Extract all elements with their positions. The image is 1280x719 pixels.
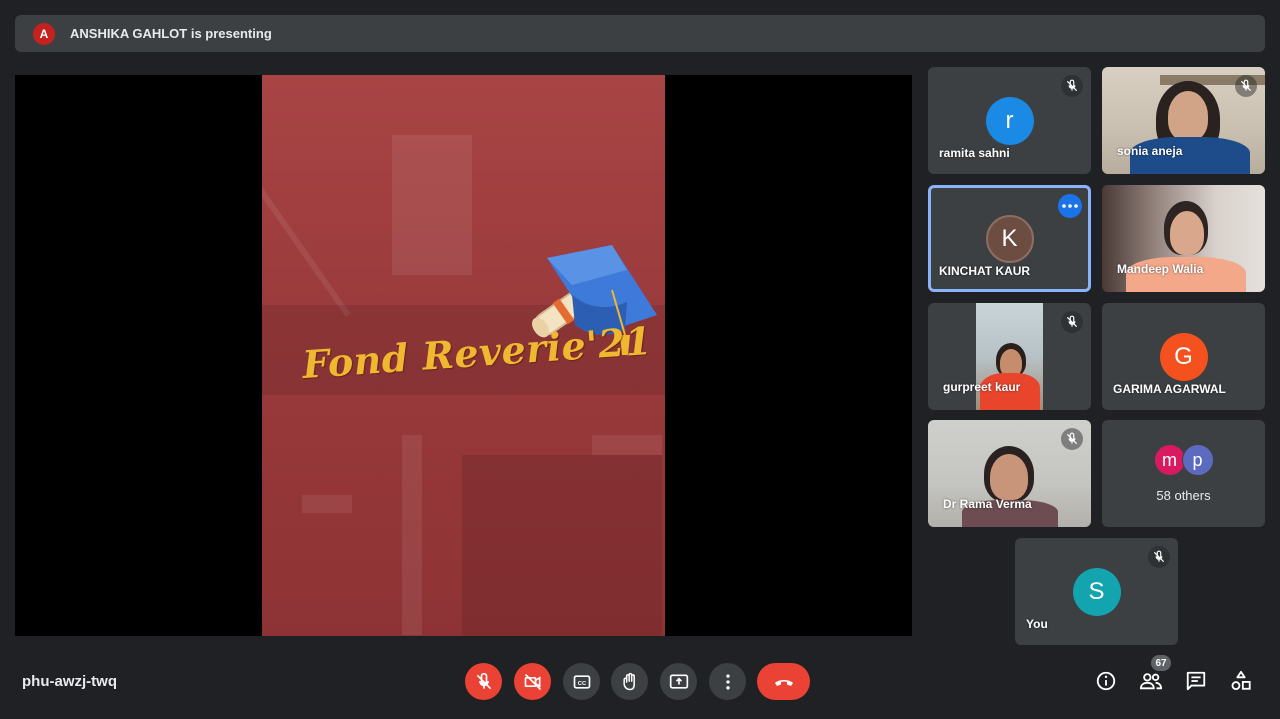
self-tile[interactable]: S You bbox=[1015, 538, 1178, 645]
camera-off-icon bbox=[524, 673, 541, 690]
hang-up-icon bbox=[774, 679, 793, 686]
meeting-code: phu-awzj-twq bbox=[22, 673, 117, 690]
others-avatars: m p bbox=[1153, 444, 1218, 476]
participant-tile[interactable]: Dr Rama Verma bbox=[928, 420, 1091, 527]
participant-name: GARIMA AGARWAL bbox=[1113, 382, 1226, 396]
participant-name: Mandeep Walia bbox=[1117, 262, 1204, 276]
participant-avatar: S bbox=[1072, 567, 1121, 616]
mic-off-icon bbox=[1061, 311, 1083, 333]
participant-name: KINCHAT KAUR bbox=[939, 264, 1031, 278]
others-tile[interactable]: m p 58 others bbox=[1102, 420, 1265, 527]
participant-tile[interactable]: Mandeep Walia bbox=[1102, 185, 1265, 292]
activities-button[interactable] bbox=[1229, 669, 1253, 693]
mic-off-icon bbox=[1235, 75, 1257, 97]
presenting-banner: A ANSHIKA GAHLOT is presenting bbox=[15, 15, 1265, 52]
participant-count-badge: 67 bbox=[1151, 655, 1171, 671]
raise-hand-button[interactable] bbox=[611, 663, 648, 700]
present-screen-icon bbox=[669, 674, 688, 689]
mic-off-icon bbox=[1061, 428, 1083, 450]
presentation-stage[interactable]: Fond Reverie'21 bbox=[15, 75, 912, 636]
participant-name: gurpreet kaur bbox=[943, 380, 1021, 394]
mic-toggle-button[interactable] bbox=[465, 663, 502, 700]
chat-button[interactable] bbox=[1184, 669, 1208, 693]
presentation-slide: Fond Reverie'21 bbox=[262, 75, 665, 636]
participant-tile[interactable]: K KINCHAT KAUR bbox=[928, 185, 1091, 292]
participant-avatar: p bbox=[1181, 444, 1214, 476]
participant-name: ramita sahni bbox=[939, 146, 1010, 160]
svg-text:CC: CC bbox=[577, 680, 586, 686]
leave-call-button[interactable] bbox=[757, 663, 810, 700]
participant-avatar: G bbox=[1159, 332, 1208, 381]
others-count-label: 58 others bbox=[1156, 488, 1211, 503]
more-options-button[interactable] bbox=[709, 663, 746, 700]
participant-tile[interactable]: G GARIMA AGARWAL bbox=[1102, 303, 1265, 410]
participant-avatar: K bbox=[985, 214, 1034, 263]
participant-avatar: r bbox=[985, 96, 1034, 145]
presenting-text: ANSHIKA GAHLOT is presenting bbox=[70, 26, 272, 41]
captions-button[interactable]: CC bbox=[563, 663, 600, 700]
participant-tile[interactable]: r ramita sahni bbox=[928, 67, 1091, 174]
participant-name: sonia aneja bbox=[1117, 144, 1183, 158]
hand-icon bbox=[622, 672, 635, 690]
participant-name: Dr Rama Verma bbox=[943, 497, 1032, 511]
activities-icon bbox=[1231, 670, 1251, 690]
camera-toggle-button[interactable] bbox=[514, 663, 551, 700]
closed-captions-icon: CC bbox=[573, 674, 590, 689]
presenter-avatar: A bbox=[33, 22, 55, 45]
mic-off-icon bbox=[476, 672, 491, 689]
more-vert-icon bbox=[725, 674, 730, 689]
chat-icon bbox=[1186, 671, 1206, 691]
participant-name: You bbox=[1026, 617, 1048, 631]
participant-tile[interactable]: gurpreet kaur bbox=[928, 303, 1091, 410]
people-icon bbox=[1139, 673, 1163, 690]
participant-tile[interactable]: sonia aneja bbox=[1102, 67, 1265, 174]
meeting-details-button[interactable] bbox=[1094, 669, 1118, 693]
info-icon bbox=[1096, 671, 1116, 691]
participants-button[interactable] bbox=[1139, 669, 1163, 693]
more-options-icon[interactable] bbox=[1058, 194, 1082, 218]
present-screen-button[interactable] bbox=[660, 663, 697, 700]
mic-off-icon bbox=[1148, 546, 1170, 568]
mic-off-icon bbox=[1061, 75, 1083, 97]
participant-avatar: m bbox=[1153, 444, 1186, 476]
